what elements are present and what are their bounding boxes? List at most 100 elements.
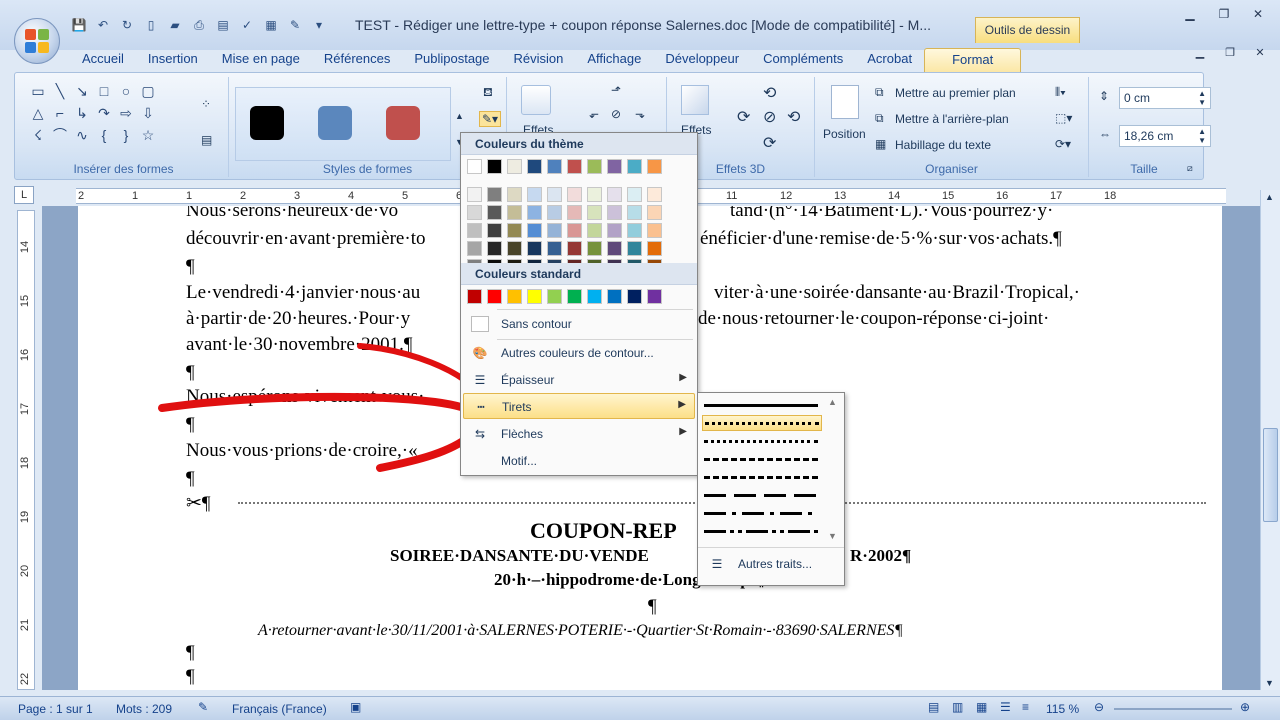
arc-shape-icon[interactable]: ⌒: [49, 127, 71, 143]
standard-color-swatch[interactable]: [627, 289, 642, 304]
height-input[interactable]: 0 cm ▲ ▼: [1119, 87, 1211, 109]
theme-color-swatch[interactable]: [547, 223, 562, 238]
style-swatch-red[interactable]: [386, 106, 420, 140]
zoom-slider[interactable]: [1114, 708, 1232, 710]
bring-front-button[interactable]: Mettre au premier plan: [895, 86, 1016, 100]
theme-color-swatch[interactable]: [587, 223, 602, 238]
dash-long-dash-dot[interactable]: [702, 505, 822, 521]
submenu-scroll-down-icon[interactable]: ▼: [828, 531, 837, 541]
theme-color-swatch[interactable]: [567, 223, 582, 238]
width-spin-icon[interactable]: ▲ ▼: [1198, 127, 1206, 145]
textbox-icon[interactable]: ▤: [201, 133, 212, 147]
tilt-up-icon[interactable]: ⟲: [763, 83, 776, 103]
theme-color-swatch[interactable]: [547, 187, 562, 202]
theme-color-swatch[interactable]: [627, 241, 642, 256]
rotate-icon[interactable]: ⟳▾: [1055, 137, 1071, 151]
dash-long-dash[interactable]: [702, 487, 822, 503]
theme-color-swatch[interactable]: [507, 223, 522, 238]
gallery-scroll-up-icon[interactable]: ▲: [455, 111, 464, 121]
theme-color-swatch[interactable]: [507, 205, 522, 220]
curve-shape-icon[interactable]: ∿: [71, 127, 93, 143]
scroll-down-icon[interactable]: ▼: [1265, 678, 1274, 688]
spelling-icon[interactable]: ✓: [238, 17, 256, 33]
theme-color-swatch[interactable]: [607, 187, 622, 202]
tab-affichage[interactable]: Affichage: [575, 48, 653, 72]
shadow-toggle-icon[interactable]: ⊘: [611, 107, 621, 121]
theme-color-swatch[interactable]: [607, 205, 622, 220]
theme-color-swatch[interactable]: [487, 205, 502, 220]
doc-close-icon[interactable]: ✕: [1248, 44, 1272, 60]
fill-color-icon[interactable]: ⛾: [483, 85, 493, 101]
zoom-out-icon[interactable]: ⊖: [1094, 700, 1104, 714]
theme-color-swatch[interactable]: [647, 159, 662, 174]
drawing-icon[interactable]: ✎: [286, 17, 304, 33]
tilt-right-icon[interactable]: ⟲: [787, 107, 800, 127]
doc-restore-icon[interactable]: ❐: [1218, 44, 1242, 60]
standard-color-swatch[interactable]: [487, 289, 502, 304]
standard-color-swatch[interactable]: [467, 289, 482, 304]
theme-color-swatch[interactable]: [527, 223, 542, 238]
standard-color-swatch[interactable]: [567, 289, 582, 304]
text-wrap-button[interactable]: Habillage du texte: [895, 138, 991, 152]
tilt-left-icon[interactable]: ⟳: [737, 107, 750, 127]
theme-color-swatch[interactable]: [487, 241, 502, 256]
theme-color-swatch[interactable]: [487, 223, 502, 238]
minimize-icon[interactable]: ▁: [1176, 4, 1204, 24]
doc-minimize-icon[interactable]: ▁: [1188, 44, 1212, 60]
office-button[interactable]: [14, 18, 60, 64]
shadow-effects-icon[interactable]: [521, 85, 551, 115]
standard-color-swatch[interactable]: [527, 289, 542, 304]
width-input[interactable]: 18,26 cm ▲ ▼: [1119, 125, 1211, 147]
print-preview-icon[interactable]: ▤: [214, 17, 232, 33]
star-shape-icon[interactable]: ☆: [137, 127, 159, 143]
oval-shape-icon[interactable]: ○: [115, 83, 137, 99]
status-language[interactable]: Français (France): [232, 702, 327, 716]
theme-color-swatch[interactable]: [547, 159, 562, 174]
tab-revision[interactable]: Révision: [502, 48, 576, 72]
theme-color-swatch[interactable]: [467, 159, 482, 174]
standard-color-swatch[interactable]: [647, 289, 662, 304]
restore-icon[interactable]: ❐: [1210, 4, 1238, 24]
dash-round-dot[interactable]: [702, 415, 822, 431]
arrow-right-shape-icon[interactable]: ⇨: [115, 105, 137, 121]
triangle-shape-icon[interactable]: △: [27, 105, 49, 121]
standard-color-swatch[interactable]: [607, 289, 622, 304]
send-back-button[interactable]: Mettre à l'arrière-plan: [895, 112, 1009, 126]
customize-qat-icon[interactable]: ▾: [310, 17, 328, 33]
nudge-shadow-up-icon[interactable]: ⬏: [611, 83, 621, 97]
tab-selector[interactable]: L: [14, 186, 34, 204]
brace-left-shape-icon[interactable]: {: [93, 127, 115, 143]
size-dialog-launcher-icon[interactable]: ⧄: [1187, 163, 1193, 174]
arrow-down-shape-icon[interactable]: ⇩: [137, 105, 159, 121]
menu-item-no-outline[interactable]: Sans contour: [463, 311, 695, 337]
standard-color-swatch[interactable]: [547, 289, 562, 304]
vertical-ruler[interactable]: 14 15 16 17 18 19 20 21 22: [17, 210, 35, 690]
macro-icon[interactable]: ▣: [350, 700, 361, 714]
rectangle-shape-icon[interactable]: □: [93, 83, 115, 99]
status-words[interactable]: Mots : 209: [116, 702, 172, 716]
view-draft-icon[interactable]: ≡: [1022, 700, 1029, 714]
rounded-rect-shape-icon[interactable]: ▢: [137, 83, 159, 99]
theme-color-swatch[interactable]: [467, 223, 482, 238]
menu-item-more-colors[interactable]: 🎨 Autres couleurs de contour...: [463, 340, 695, 366]
theme-color-swatch[interactable]: [627, 223, 642, 238]
tab-developpeur[interactable]: Développeur: [653, 48, 751, 72]
dash-square-dot[interactable]: [702, 433, 822, 449]
dash-solid[interactable]: [702, 397, 822, 413]
line-shape-icon[interactable]: ╲: [49, 83, 71, 99]
tab-acrobat[interactable]: Acrobat: [855, 48, 924, 72]
theme-color-swatch[interactable]: [587, 187, 602, 202]
arrow-shape-icon[interactable]: ↘: [71, 83, 93, 99]
theme-color-swatch[interactable]: [587, 159, 602, 174]
theme-color-swatch[interactable]: [527, 159, 542, 174]
vertical-scrollbar[interactable]: ▲ ▼: [1260, 190, 1280, 690]
tab-publipostage[interactable]: Publipostage: [402, 48, 501, 72]
theme-color-swatch[interactable]: [507, 241, 522, 256]
theme-color-swatch[interactable]: [627, 159, 642, 174]
view-outline-icon[interactable]: ☰: [1000, 700, 1011, 714]
theme-color-swatch[interactable]: [567, 205, 582, 220]
theme-color-swatch[interactable]: [607, 223, 622, 238]
theme-color-swatch[interactable]: [567, 187, 582, 202]
proofing-icon[interactable]: ✎: [198, 700, 208, 714]
view-full-screen-icon[interactable]: ▥: [952, 700, 963, 714]
